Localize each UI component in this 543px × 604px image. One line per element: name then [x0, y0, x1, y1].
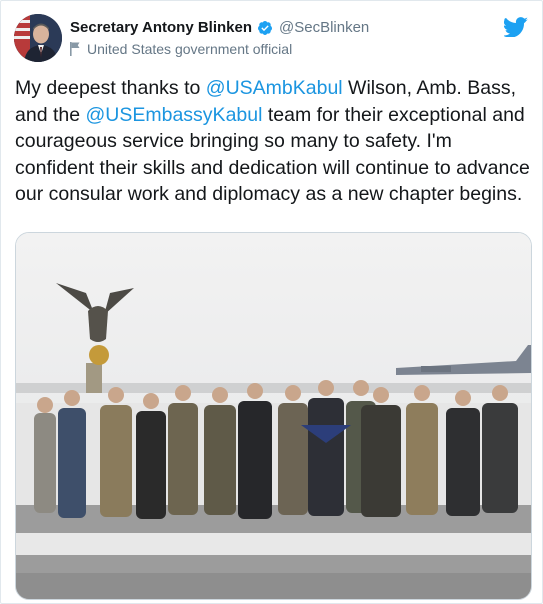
government-label[interactable]: United States government official — [87, 41, 292, 57]
government-flag-icon — [70, 42, 80, 56]
author-label-row: United States government official — [70, 41, 292, 57]
mention-link[interactable]: @USAmbKabul — [206, 77, 343, 99]
tweet-card: Secretary Antony Blinken @SecBlinken Uni… — [0, 0, 543, 604]
tweet-text: My deepest thanks to @USAmbKabul Wilson,… — [15, 75, 535, 208]
author-name[interactable]: Secretary Antony Blinken — [70, 19, 252, 36]
tweet-photo[interactable] — [15, 232, 532, 600]
author-avatar[interactable] — [14, 14, 62, 62]
tweet-text-segment: My deepest thanks to — [15, 77, 206, 99]
author-handle[interactable]: @SecBlinken — [279, 19, 369, 36]
mention-link[interactable]: @USEmbassyKabul — [85, 104, 262, 126]
verified-badge-icon — [258, 20, 272, 35]
embassy-team-photo — [16, 233, 531, 599]
author-row: Secretary Antony Blinken @SecBlinken — [70, 19, 369, 36]
avatar-portrait — [14, 14, 62, 62]
twitter-bird-icon[interactable] — [504, 17, 528, 37]
